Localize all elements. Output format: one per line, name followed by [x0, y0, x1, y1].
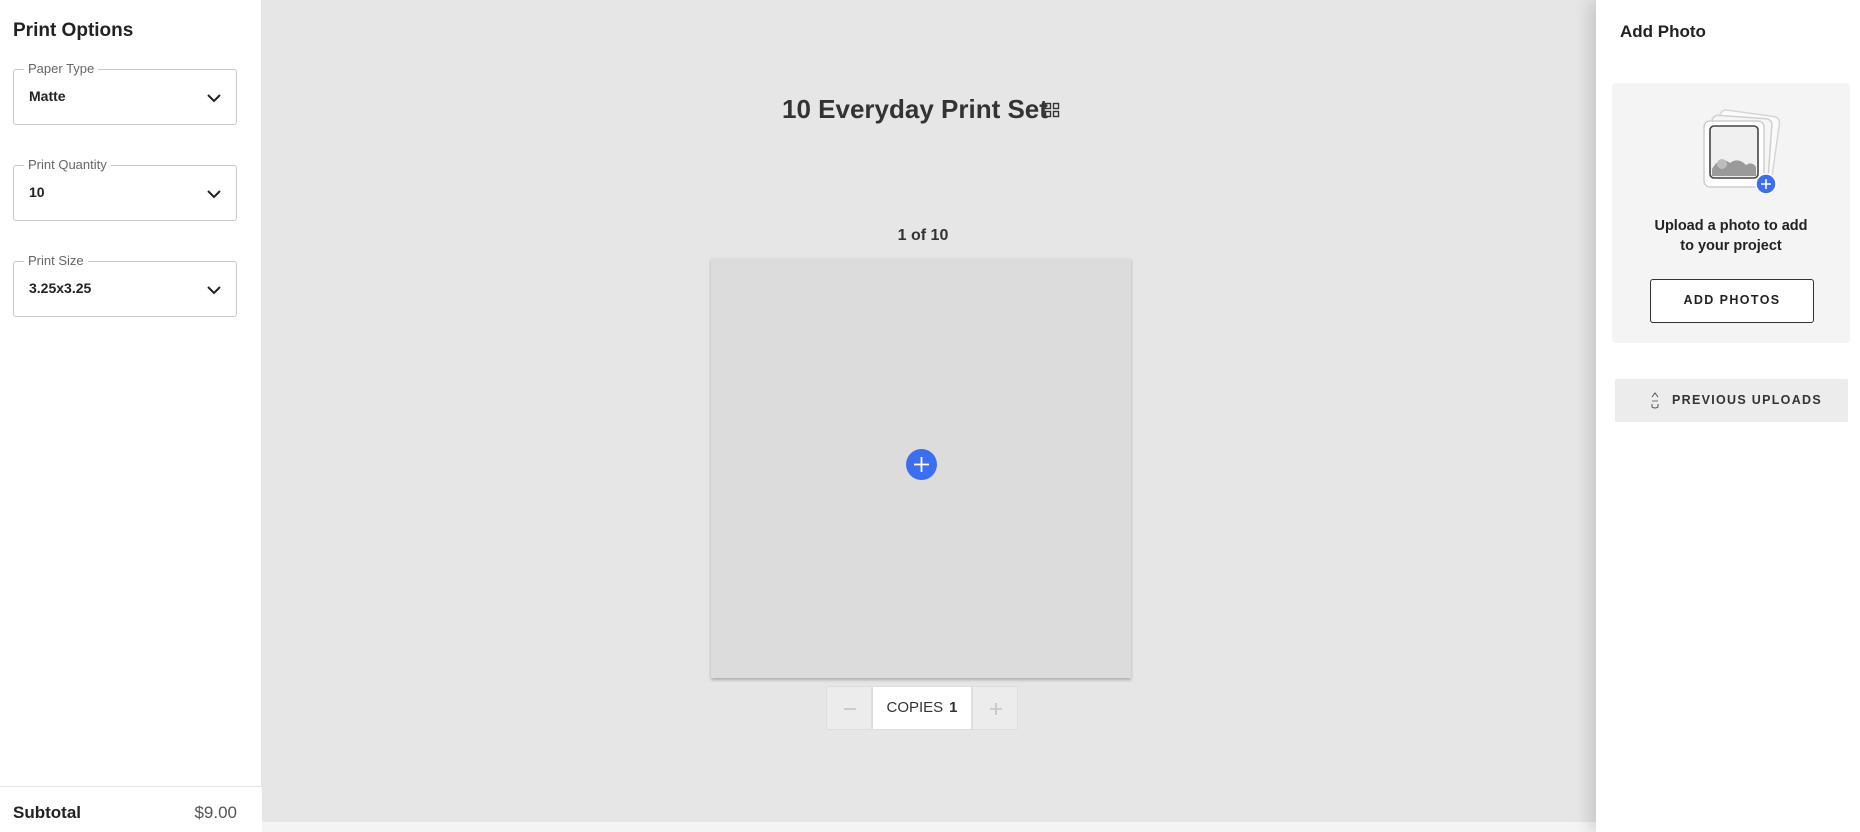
subtotal-label: Subtotal — [13, 803, 81, 822]
project-title: 10 Everyday Print Set — [782, 94, 1048, 124]
chevron-down-icon — [207, 190, 221, 199]
add-photo-panel: Add Photo Upload a photo to add to your … — [1596, 0, 1860, 832]
subtotal-bar: Subtotal $9.00 — [0, 786, 262, 832]
upload-card: Upload a photo to add to your project AD… — [1612, 83, 1850, 343]
paper-type-select[interactable]: Paper Type Matte — [13, 61, 237, 125]
project-canvas: 10 Everyday Print Set 1 of 10 COPIES 1 — [262, 0, 1596, 822]
print-quantity-value: 10 — [29, 184, 45, 200]
copies-label: COPIES — [886, 699, 944, 716]
copies-stepper: COPIES 1 — [826, 686, 1018, 730]
add-photo-title: Add Photo — [1620, 22, 1706, 41]
print-options-title: Print Options — [13, 20, 134, 41]
paper-type-label: Paper Type — [24, 61, 99, 77]
plus-icon — [990, 703, 1002, 715]
print-size-label: Print Size — [24, 253, 88, 269]
previous-uploads-button[interactable]: PREVIOUS UPLOADS — [1615, 379, 1848, 422]
subtotal-value: $9.00 — [194, 803, 237, 822]
copies-value: 1 — [949, 699, 958, 716]
add-photos-button[interactable]: ADD PHOTOS — [1650, 279, 1814, 323]
print-slot[interactable] — [711, 258, 1131, 678]
page-counter: 1 of 10 — [897, 227, 949, 244]
paper-type-value: Matte — [29, 88, 66, 104]
increase-copies-button[interactable] — [972, 686, 1018, 730]
decrease-copies-button[interactable] — [826, 686, 872, 730]
canvas-bottom-strip — [262, 822, 1596, 832]
upload-prompt-line-1: Upload a photo to add — [1654, 218, 1808, 234]
print-size-select[interactable]: Print Size 3.25x3.25 — [13, 253, 237, 317]
print-options-panel: Print Options Paper Type Matte Print Qua… — [0, 0, 262, 832]
grid-view-icon[interactable] — [1044, 102, 1060, 118]
photo-stack-illustration — [1703, 109, 1781, 195]
plus-circle-icon — [914, 457, 929, 472]
print-quantity-label: Print Quantity — [24, 157, 111, 173]
minus-icon — [844, 708, 856, 710]
copies-display: COPIES 1 — [872, 686, 972, 730]
chevron-down-icon — [207, 94, 221, 103]
print-quantity-select[interactable]: Print Quantity 10 — [13, 157, 237, 221]
upload-prompt-line-2: to your project — [1680, 238, 1782, 254]
previous-uploads-label: PREVIOUS UPLOADS — [1672, 393, 1822, 407]
upload-prompt: Upload a photo to add to your project — [1612, 216, 1850, 256]
sort-az-icon — [1651, 392, 1659, 409]
print-size-value: 3.25x3.25 — [29, 280, 92, 296]
chevron-down-icon — [207, 286, 221, 295]
add-photo-button[interactable] — [906, 449, 937, 480]
